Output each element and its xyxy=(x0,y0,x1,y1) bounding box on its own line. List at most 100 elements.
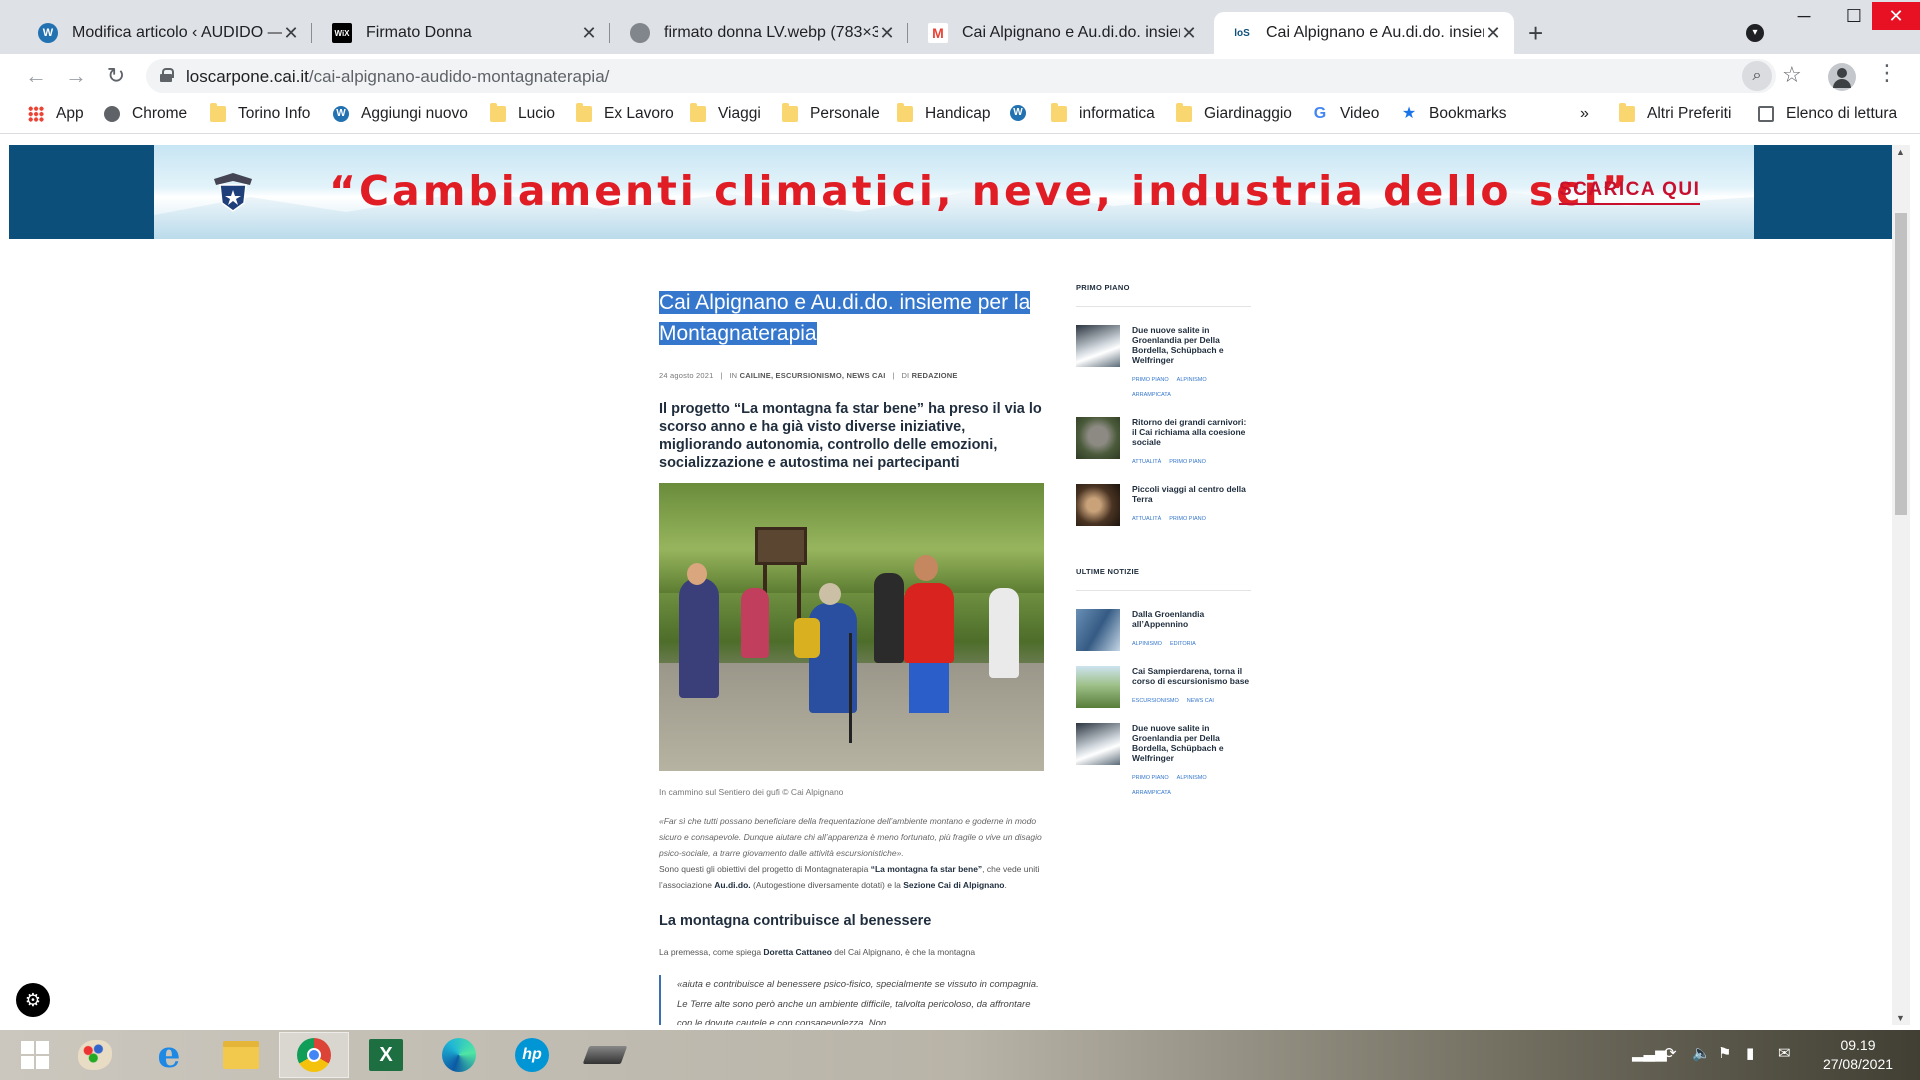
news-thumbnail[interactable] xyxy=(1076,325,1120,367)
tab-1[interactable]: WiX Firmato Donna ✕ xyxy=(314,12,610,54)
sidebar-news-item[interactable]: Due nuove salite in Groenlandia per Dell… xyxy=(1076,325,1251,403)
excel-icon[interactable]: X xyxy=(351,1032,421,1078)
news-thumbnail[interactable] xyxy=(1076,666,1120,708)
news-title[interactable]: Cai Sampierdarena, torna il corso di esc… xyxy=(1132,666,1251,686)
tag[interactable]: PRIMO PIANO xyxy=(1169,516,1206,522)
news-title[interactable]: Ritorno dei grandi carnivori: il Cai ric… xyxy=(1132,417,1251,447)
article-title[interactable]: Cai Alpignano e Au.di.do. insieme per la… xyxy=(659,291,1031,345)
bookmark-personale[interactable]: Personale xyxy=(782,103,880,123)
tab-search-icon[interactable]: ▾ xyxy=(1746,24,1764,42)
tag[interactable]: ATTUALITÀ xyxy=(1132,516,1161,522)
sidebar-news-item[interactable]: Due nuove salite in Groenlandia per Dell… xyxy=(1076,723,1251,801)
tag[interactable]: ESCURSIONISMO xyxy=(1132,698,1179,704)
tag[interactable]: ALPINISMO xyxy=(1177,775,1207,781)
scroll-up-arrow-icon[interactable]: ▲ xyxy=(1896,147,1905,157)
zoom-icon[interactable]: ⌕ xyxy=(1742,61,1772,91)
close-window-button[interactable]: ✕ xyxy=(1872,2,1920,30)
bookmark-viaggi[interactable]: Viaggi xyxy=(690,103,761,123)
profile-avatar[interactable] xyxy=(1828,63,1856,91)
internet-explorer-icon[interactable]: e xyxy=(134,1032,204,1078)
volume-icon[interactable]: 🔈 xyxy=(1692,1044,1711,1062)
tab-2[interactable]: firmato donna LV.webp (783×35 ✕ xyxy=(612,12,908,54)
news-thumbnail[interactable] xyxy=(1076,723,1120,765)
tag[interactable]: ATTUALITÀ xyxy=(1132,459,1161,465)
news-title[interactable]: Due nuove salite in Groenlandia per Dell… xyxy=(1132,723,1251,763)
scanner-icon[interactable] xyxy=(570,1032,640,1078)
bookmark-torino-info[interactable]: Torino Info xyxy=(210,103,310,123)
action-center-icon[interactable]: ✉ xyxy=(1778,1044,1791,1062)
news-title[interactable]: Due nuove salite in Groenlandia per Dell… xyxy=(1132,325,1251,365)
sync-icon[interactable]: ⟳ xyxy=(1664,1044,1677,1062)
windows-flag-icon[interactable]: ⚑ xyxy=(1718,1044,1731,1062)
bookmark-lucio[interactable]: Lucio xyxy=(490,103,555,123)
lock-icon[interactable] xyxy=(160,68,174,82)
audido-link[interactable]: Au.di.do. xyxy=(714,880,750,890)
bookmark-video[interactable]: G Video xyxy=(1312,105,1380,123)
bookmarks-overflow-button[interactable]: » xyxy=(1580,105,1589,123)
tag[interactable]: PRIMO PIANO xyxy=(1132,377,1169,383)
close-tab-icon[interactable]: ✕ xyxy=(580,23,598,44)
tag[interactable]: ALPINISMO xyxy=(1177,377,1207,383)
tag[interactable]: PRIMO PIANO xyxy=(1169,459,1206,465)
tag[interactable]: ARRAMPICATA xyxy=(1132,790,1171,796)
news-thumbnail[interactable] xyxy=(1076,484,1120,526)
url-text[interactable]: loscarpone.cai.it/cai-alpignano-audido-m… xyxy=(186,67,609,87)
news-thumbnail[interactable] xyxy=(1076,609,1120,651)
tab-3[interactable]: M Cai Alpignano e Au.di.do. insieme ✕ xyxy=(910,12,1210,54)
bookmark-informatica[interactable]: informatica xyxy=(1051,103,1155,123)
article-categories[interactable]: CAILINE, ESCURSIONISMO, NEWS CAI xyxy=(740,371,886,380)
edge-icon[interactable] xyxy=(424,1032,494,1078)
forward-button[interactable]: → xyxy=(62,62,90,90)
chrome-menu-icon[interactable]: ⋮ xyxy=(1876,60,1898,86)
bookmark-wordpress[interactable]: W xyxy=(1010,105,1038,121)
news-title[interactable]: Piccoli viaggi al centro della Terra xyxy=(1132,484,1251,504)
bookmark-star-icon[interactable]: ☆ xyxy=(1782,62,1802,88)
article-photo[interactable] xyxy=(659,483,1044,771)
sidebar-news-item[interactable]: Cai Sampierdarena, torna il corso di esc… xyxy=(1076,666,1251,709)
tab-0[interactable]: W Modifica articolo ‹ AUDIDO — W ✕ xyxy=(20,12,312,54)
page-scrollbar[interactable]: ▲ ▼ xyxy=(1892,145,1910,1025)
sidebar-news-item[interactable]: Piccoli viaggi al centro della Terra ATT… xyxy=(1076,484,1251,527)
news-thumbnail[interactable] xyxy=(1076,417,1120,459)
scroll-down-arrow-icon[interactable]: ▼ xyxy=(1896,1013,1905,1023)
bookmark-ex-lavoro[interactable]: Ex Lavoro xyxy=(576,103,674,123)
tag[interactable]: NEWS CAI xyxy=(1187,698,1214,704)
scroll-thumb[interactable] xyxy=(1895,213,1907,515)
tag[interactable]: EDITORIA xyxy=(1170,641,1196,647)
tab-4-active[interactable]: loS Cai Alpignano e Au.di.do. insieme ✕ xyxy=(1214,12,1514,54)
sidebar-news-item[interactable]: Dalla Groenlandia all’Appennino ALPINISM… xyxy=(1076,609,1251,652)
battery-icon[interactable]: ▮ xyxy=(1746,1044,1754,1062)
maximize-button[interactable]: ☐ xyxy=(1830,2,1878,30)
bookmark-altri-preferiti[interactable]: Altri Preferiti xyxy=(1619,103,1731,123)
news-title[interactable]: Dalla Groenlandia all’Appennino xyxy=(1132,609,1251,629)
tag[interactable]: PRIMO PIANO xyxy=(1132,775,1169,781)
back-button[interactable]: ← xyxy=(22,62,50,90)
close-tab-icon[interactable]: ✕ xyxy=(878,23,896,44)
hp-icon[interactable]: hp xyxy=(497,1032,567,1078)
new-tab-button[interactable]: + xyxy=(1528,18,1543,49)
minimize-button[interactable]: ─ xyxy=(1780,2,1828,30)
reading-list-button[interactable]: Elenco di lettura xyxy=(1758,105,1897,123)
bookmark-bookmarks[interactable]: ★ Bookmarks xyxy=(1401,105,1507,123)
file-explorer-icon[interactable] xyxy=(206,1032,276,1078)
promo-banner[interactable]: “Cambiamenti climatici, neve, industria … xyxy=(154,145,1754,239)
bookmark-chrome[interactable]: Chrome xyxy=(104,105,187,123)
close-tab-icon[interactable]: ✕ xyxy=(1484,23,1502,44)
reload-button[interactable]: ↻ xyxy=(102,62,130,90)
close-tab-icon[interactable]: ✕ xyxy=(282,23,300,44)
bookmark-app[interactable]: App xyxy=(28,105,84,123)
bookmark-aggiungi-nuovo[interactable]: W Aggiungi nuovo xyxy=(333,105,468,123)
close-tab-icon[interactable]: ✕ xyxy=(1180,23,1198,44)
sidebar-news-item[interactable]: Ritorno dei grandi carnivori: il Cai ric… xyxy=(1076,417,1251,470)
banner-download-link[interactable]: SCARICA QUI xyxy=(1559,179,1701,205)
cai-alpignano-link[interactable]: Sezione Cai di Alpignano xyxy=(903,880,1004,890)
chrome-icon[interactable] xyxy=(279,1032,349,1078)
paint-icon[interactable] xyxy=(60,1032,130,1078)
article-author[interactable]: REDAZIONE xyxy=(912,371,958,380)
bookmark-giardinaggio[interactable]: Giardinaggio xyxy=(1176,103,1292,123)
system-clock[interactable]: 09.19 27/08/2021 xyxy=(1808,1036,1908,1074)
network-signal-icon[interactable]: ▂▃▅ xyxy=(1632,1044,1667,1062)
bookmark-handicap[interactable]: Handicap xyxy=(897,103,991,123)
tag[interactable]: ALPINISMO xyxy=(1132,641,1162,647)
tag[interactable]: ARRAMPICATA xyxy=(1132,392,1171,398)
